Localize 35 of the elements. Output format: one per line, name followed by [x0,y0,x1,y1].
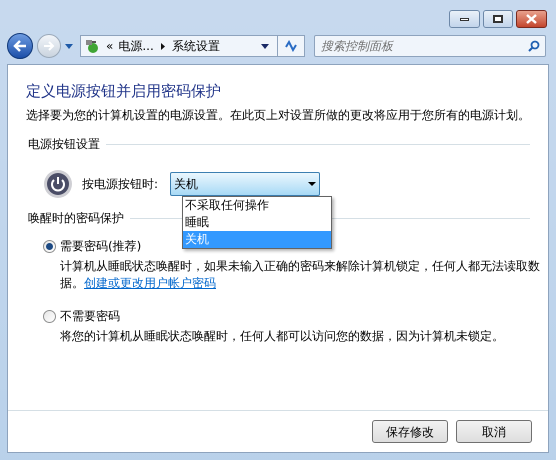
page-heading: 定义电源按钮并启用密码保护 [26,81,222,101]
page-description: 选择要为您的计算机设置的电源设置。在此页上对设置所做的更改将应用于您所有的电源计划。 [26,107,531,123]
radio-button[interactable] [43,240,56,252]
caret-icon[interactable] [261,44,269,48]
power-button-label: 按电源按钮时: [82,176,158,193]
dropdown-option[interactable]: 睡眠 [183,214,331,231]
power-icon [43,169,73,199]
minimize-button[interactable] [449,10,480,28]
back-button[interactable] [7,33,33,59]
breadcrumb[interactable]: 系统设置 [172,37,220,55]
dialog-button[interactable]: 保存修改 [372,420,448,443]
radio-label[interactable]: 不需要密码 [60,307,120,325]
option-description: 计算机从睡眠状态唤醒时，如果未输入正确的密码来解除计算机锁定，任何人都无法读取数据。创建或更改用户帐户密码 [60,258,541,292]
close-button[interactable] [516,10,547,28]
caret-icon [308,182,316,186]
close-icon [526,14,537,24]
address-overflow[interactable]: « [106,37,114,55]
chevron-right-icon[interactable] [160,42,165,50]
search-icon [528,40,540,52]
section-title: 电源按钮设置 [28,136,100,153]
address-bar[interactable]: « 电源... 系统设置 [80,35,305,57]
radio-label[interactable]: 需要密码(推荐) [60,237,142,255]
arrow-right-icon [43,41,55,51]
power-action-dropdown[interactable]: 关机 [170,172,320,196]
breadcrumb[interactable]: 电源... [118,37,154,55]
arrow-left-icon [13,40,27,52]
power-plug-icon [84,38,100,54]
radio-button[interactable] [43,310,56,322]
dialog-button[interactable]: 取消 [456,420,532,443]
maximize-button[interactable] [483,10,513,28]
option-description: 将您的计算机从睡眠状态唤醒时，任何人都可以访问您的数据，因为计算机未锁定。 [60,328,505,345]
search-field[interactable]: 搜索控制面板 [314,35,546,57]
dropdown-option[interactable]: 不采取任何操作 [183,197,331,214]
section-title: 唤醒时的密码保护 [28,210,124,227]
password-link[interactable]: 创建或更改用户帐户密码 [84,276,216,290]
